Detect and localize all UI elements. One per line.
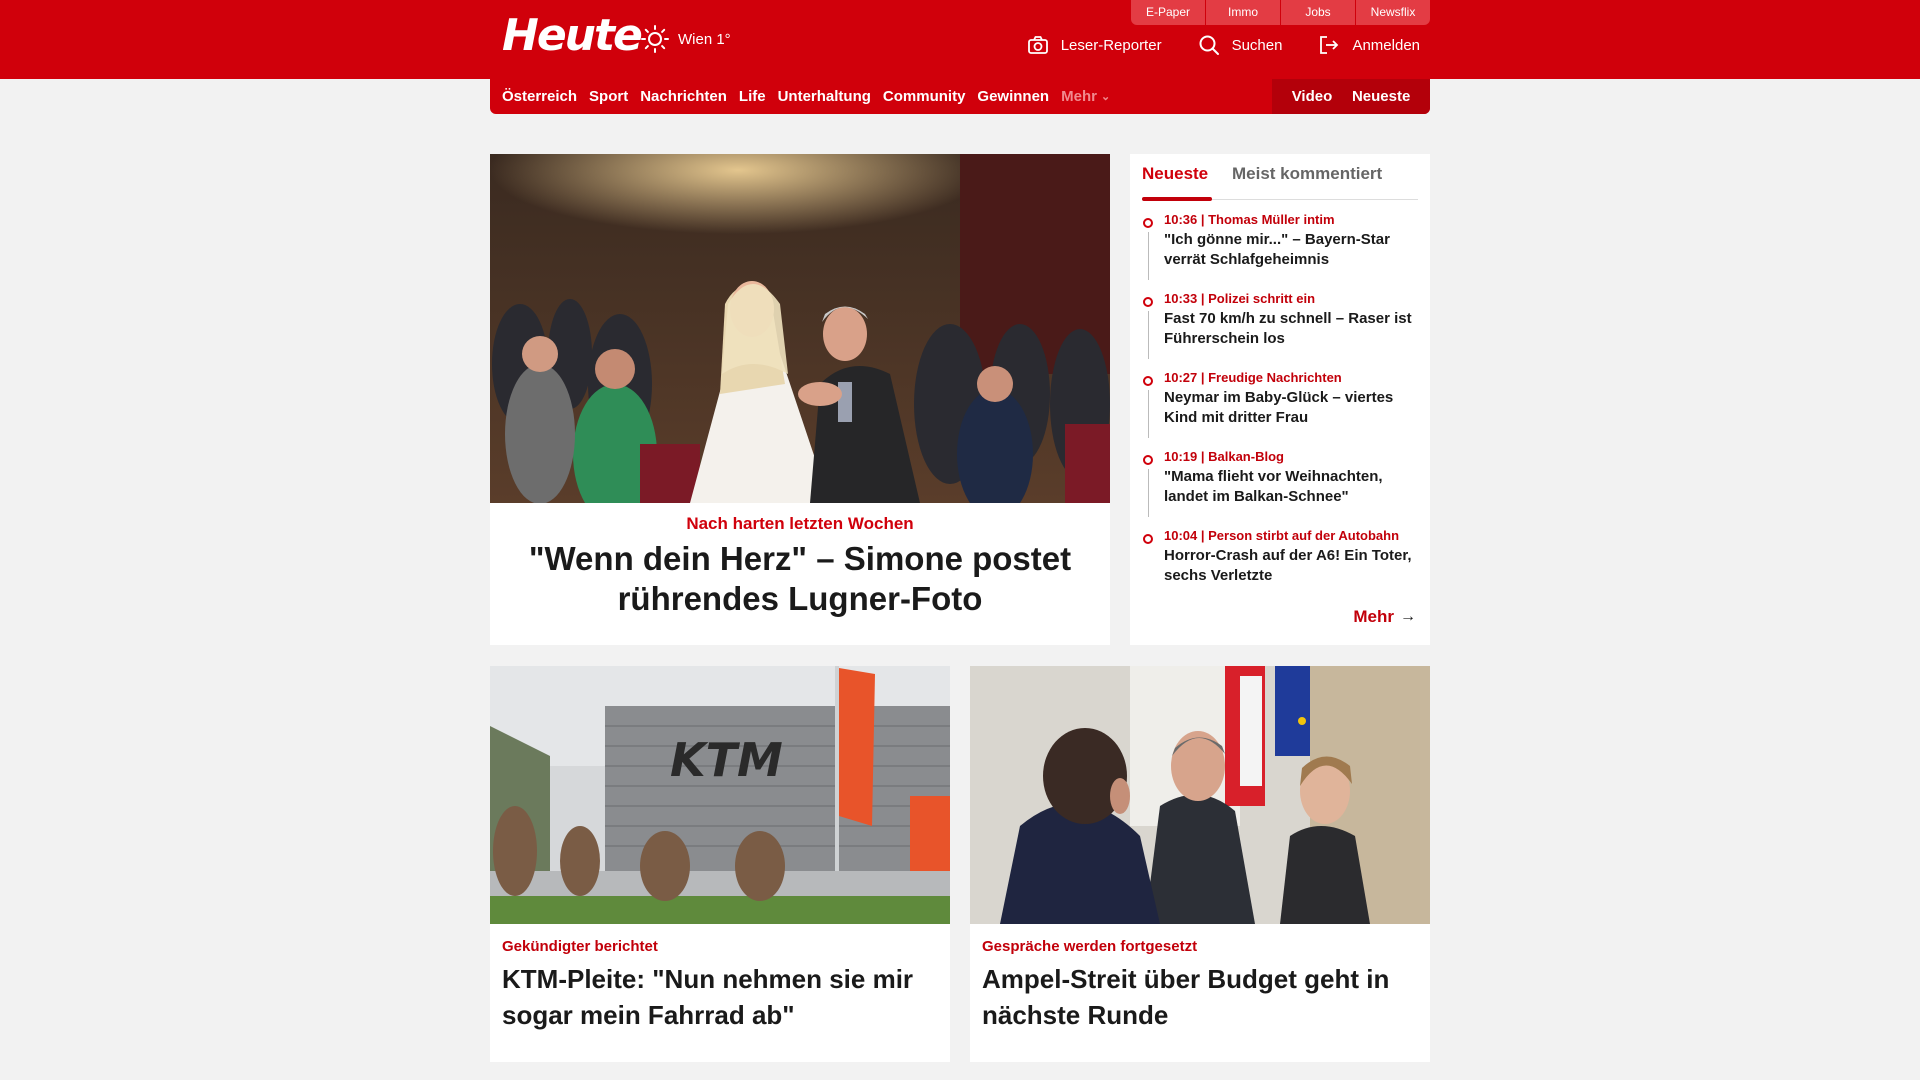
nav-item-life[interactable]: Life xyxy=(739,88,766,105)
sun-icon xyxy=(641,25,669,53)
ticker-meta: 10:27 | Freudige Nachrichten xyxy=(1164,370,1342,385)
timeline-line xyxy=(1148,469,1149,517)
nav-items: Österreich Sport Nachrichten Life Unterh… xyxy=(490,79,1122,114)
card-kicker: Gekündigter berichtet xyxy=(502,938,658,955)
ktm-image[interactable]: KTM xyxy=(490,666,950,924)
ticker-title[interactable]: Fast 70 km/h zu schnell – Raser ist Führ… xyxy=(1164,309,1422,349)
heute-logo[interactable]: Heute xyxy=(502,8,643,64)
news-ticker: 10:36 | Thomas Müller intim "Ich gönne m… xyxy=(1142,212,1422,607)
timeline-dot xyxy=(1143,455,1153,465)
nav-more-dropdown[interactable]: Mehr ⌄ xyxy=(1061,88,1110,105)
ticker-item[interactable]: 10:19 | Balkan-Blog "Mama flieht vor Wei… xyxy=(1142,449,1422,528)
weather-widget[interactable]: Wien 1° xyxy=(640,24,731,54)
card-kicker: Gespräche werden fortgesetzt xyxy=(982,938,1198,955)
login-label: Anmelden xyxy=(1352,36,1420,54)
hero-article[interactable]: Nach harten letzten Wochen "Wenn dein He… xyxy=(490,154,1110,645)
login-button[interactable]: Anmelden xyxy=(1318,34,1420,56)
timeline-dot xyxy=(1143,376,1153,386)
article-card-ampel[interactable]: Gespräche werden fortgesetzt Ampel-Strei… xyxy=(970,666,1430,1062)
nav-item-oesterreich[interactable]: Österreich xyxy=(502,88,577,105)
ticker-item[interactable]: 10:36 | Thomas Müller intim "Ich gönne m… xyxy=(1142,212,1422,291)
main-navigation: Österreich Sport Nachrichten Life Unterh… xyxy=(490,79,1430,114)
camera-icon xyxy=(1027,36,1048,54)
header-actions: Leser-Reporter Suchen Anmelden xyxy=(991,34,1430,56)
card-title[interactable]: Ampel-Streit über Budget geht in nächste… xyxy=(982,961,1412,1033)
ticker-title[interactable]: "Mama flieht vor Weihnachten, landet im … xyxy=(1164,467,1422,507)
ticker-meta: 10:04 | Person stirbt auf der Autobahn xyxy=(1164,528,1400,543)
nav-right: Video Neueste xyxy=(1272,79,1430,114)
quicklink-immo[interactable]: Immo xyxy=(1206,0,1280,25)
timeline-dot xyxy=(1143,534,1153,544)
article-card-ktm[interactable]: KTM Gekündigter berichtet KTM-Pleite: "N… xyxy=(490,666,950,1062)
ampel-image[interactable] xyxy=(970,666,1430,924)
ktm-building-photo: KTM xyxy=(490,666,950,924)
leser-reporter-button[interactable]: Leser-Reporter xyxy=(1027,34,1162,56)
ticker-meta: 10:19 | Balkan-Blog xyxy=(1164,449,1284,464)
hero-title[interactable]: "Wenn dein Herz" – Simone postet rührend… xyxy=(520,539,1080,619)
timeline-line xyxy=(1148,390,1149,438)
card-title[interactable]: KTM-Pleite: "Nun nehmen sie mir sogar me… xyxy=(502,961,932,1033)
nav-item-gewinnen[interactable]: Gewinnen xyxy=(977,88,1049,105)
login-icon xyxy=(1320,36,1339,54)
timeline-line xyxy=(1148,232,1149,280)
tab-neueste[interactable]: Neueste xyxy=(1142,164,1208,184)
ticker-title[interactable]: Neymar im Baby-Glück – viertes Kind mit … xyxy=(1164,388,1422,428)
quicklinks: E-Paper Immo Jobs Newsflix xyxy=(1130,0,1430,25)
leser-reporter-label: Leser-Reporter xyxy=(1060,36,1162,54)
search-button[interactable]: Suchen xyxy=(1198,34,1283,56)
nav-more-label: Mehr xyxy=(1061,88,1097,105)
quicklink-jobs[interactable]: Jobs xyxy=(1281,0,1355,25)
ticker-title[interactable]: "Ich gönne mir..." – Bayern-Star verrät … xyxy=(1164,230,1422,270)
hero-image[interactable] xyxy=(490,154,1110,503)
arrow-right-icon: → xyxy=(1400,608,1416,625)
quicklink-newsflix[interactable]: Newsflix xyxy=(1356,0,1430,25)
ticker-item[interactable]: 10:27 | Freudige Nachrichten Neymar im B… xyxy=(1142,370,1422,449)
politicians-photo xyxy=(970,666,1430,924)
nav-item-video[interactable]: Video xyxy=(1292,88,1333,105)
chevron-down-icon: ⌄ xyxy=(1100,91,1111,103)
header-inner: Heute Wien 1° E-Paper Immo Jobs Newsflix xyxy=(490,0,1430,79)
wedding-photo xyxy=(490,154,1110,503)
nav-item-unterhaltung[interactable]: Unterhaltung xyxy=(778,88,871,105)
sidebar-tabs: Neueste Meist kommentiert xyxy=(1142,154,1418,201)
news-sidebar: Neueste Meist kommentiert 10:36 | Thomas… xyxy=(1130,154,1430,645)
ticker-item[interactable]: 10:04 | Person stirbt auf der Autobahn H… xyxy=(1142,528,1422,607)
hero-kicker: Nach harten letzten Wochen xyxy=(686,514,914,533)
quicklink-epaper[interactable]: E-Paper xyxy=(1131,0,1205,25)
nav-item-nachrichten[interactable]: Nachrichten xyxy=(640,88,727,105)
timeline-dot xyxy=(1143,218,1153,228)
ktm-sign-text: KTM xyxy=(670,733,783,787)
nav-item-community[interactable]: Community xyxy=(883,88,966,105)
tab-meist-kommentiert[interactable]: Meist kommentiert xyxy=(1232,164,1382,184)
search-label: Suchen xyxy=(1231,36,1283,54)
sidebar-more-label: Mehr xyxy=(1353,607,1394,626)
nav-item-sport[interactable]: Sport xyxy=(589,88,628,105)
weather-text: Wien 1° xyxy=(678,30,731,48)
ticker-meta: 10:33 | Polizei schritt ein xyxy=(1164,291,1316,306)
ticker-item[interactable]: 10:33 | Polizei schritt ein Fast 70 km/h… xyxy=(1142,291,1422,370)
timeline-dot xyxy=(1143,297,1153,307)
ticker-title[interactable]: Horror-Crash auf der A6! Ein Toter, sech… xyxy=(1164,546,1422,586)
active-tab-indicator xyxy=(1142,197,1212,201)
search-icon xyxy=(1199,35,1219,55)
site-header: Heute Wien 1° E-Paper Immo Jobs Newsflix xyxy=(0,0,1920,79)
ticker-meta: 10:36 | Thomas Müller intim xyxy=(1164,212,1335,227)
sidebar-more-link[interactable]: Mehr → xyxy=(1353,607,1416,627)
nav-item-neueste[interactable]: Neueste xyxy=(1352,88,1410,105)
timeline-line xyxy=(1148,311,1149,359)
